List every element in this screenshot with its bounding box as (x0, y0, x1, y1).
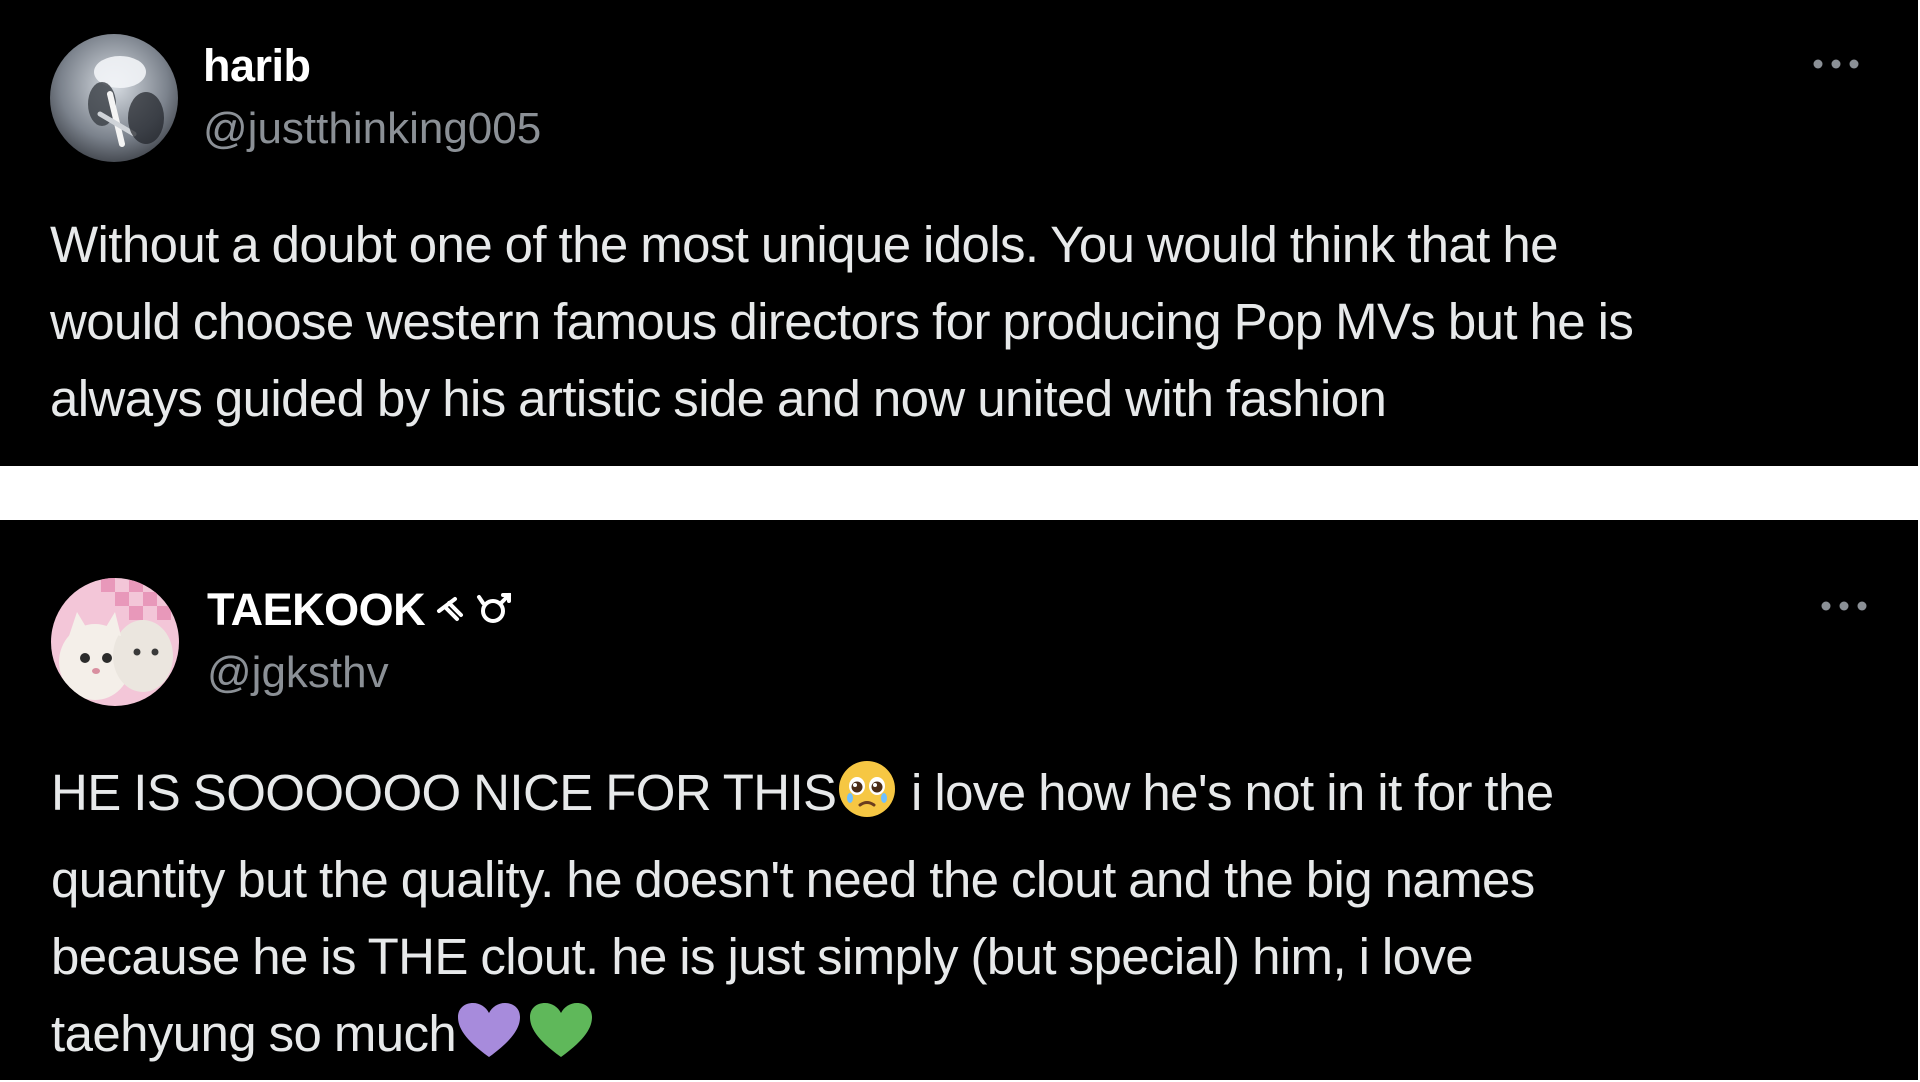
avatar[interactable] (50, 34, 178, 162)
tweet-text-line: because he is THE clout. he is just simp… (51, 928, 1474, 985)
avatar-photo-icon (50, 34, 178, 162)
more-dots-icon (1821, 601, 1867, 611)
more-options-button[interactable] (1816, 591, 1872, 621)
green-heart-emoji-icon (528, 1001, 594, 1082)
tweet-card[interactable]: TAEKOOK @jgksthv HE IS SOOOOOO NICE FOR … (0, 520, 1918, 1080)
tweet-text-segment: HE IS SOOOOOO NICE FOR THIS (51, 764, 837, 821)
avatar-cats-icon (51, 578, 179, 706)
tweet-text-line: would choose western famous directors fo… (50, 293, 1634, 350)
name-symbols-icon (435, 588, 515, 640)
tweet-text-segment: taehyung so much (51, 1005, 457, 1062)
tweet-text: Without a doubt one of the most unique i… (50, 206, 1880, 437)
user-handle[interactable]: @jgksthv (207, 648, 389, 698)
display-name[interactable]: TAEKOOK (207, 584, 515, 640)
user-handle[interactable]: @justthinking005 (203, 104, 541, 154)
display-name-text: TAEKOOK (207, 584, 426, 635)
tweet-text-line: taehyung so much (51, 995, 1841, 1082)
tweet-text-segment: i love how he's not in it for the (898, 764, 1554, 821)
more-dots-icon (1813, 59, 1859, 69)
tweet-card[interactable]: harib @justthinking005 Without a doubt o… (0, 0, 1918, 466)
tweet-text: HE IS SOOOOOO NICE FOR THIS i love how h… (51, 754, 1841, 1082)
tweet-text-line: always guided by his artistic side and n… (50, 370, 1387, 427)
avatar[interactable] (51, 578, 179, 706)
purple-heart-emoji-icon (456, 1001, 522, 1082)
pleading-face-emoji-icon (836, 758, 898, 841)
tweet-text-line: quantity but the quality. he doesn't nee… (51, 851, 1535, 908)
more-options-button[interactable] (1808, 49, 1864, 79)
tweet-text-line: HE IS SOOOOOO NICE FOR THIS i love how h… (51, 754, 1841, 841)
tweet-text-line: Without a doubt one of the most unique i… (50, 216, 1558, 273)
display-name[interactable]: harib (203, 40, 311, 92)
